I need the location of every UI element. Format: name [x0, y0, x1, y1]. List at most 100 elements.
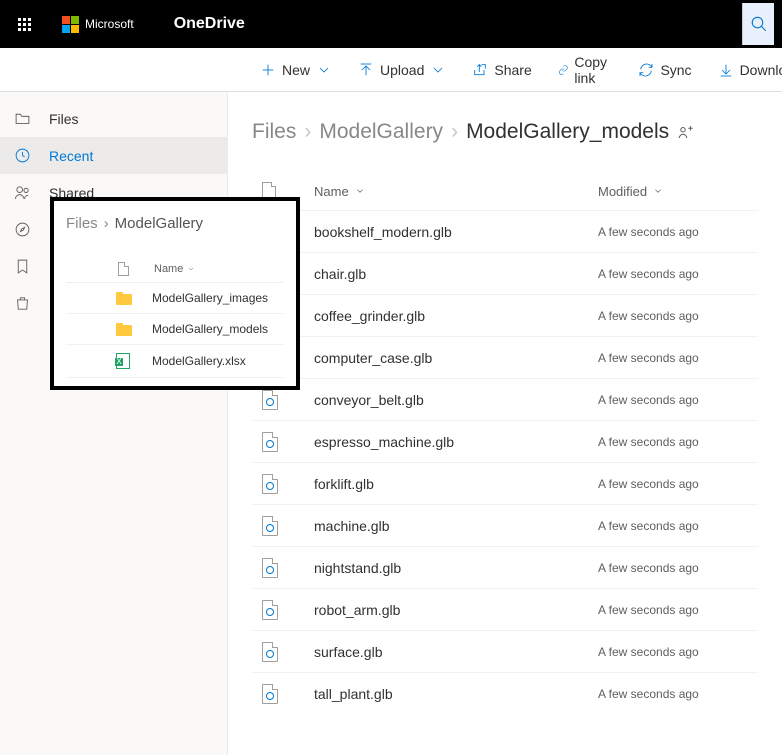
microsoft-logo-icon — [62, 16, 79, 33]
file-modified: A few seconds ago — [598, 309, 758, 323]
table-row[interactable]: tall_plant.glbA few seconds ago — [252, 672, 758, 714]
glb-file-icon — [262, 474, 278, 494]
file-name[interactable]: coffee_grinder.glb — [314, 308, 598, 324]
glb-file-icon — [262, 516, 278, 536]
file-name[interactable]: espresso_machine.glb — [314, 434, 598, 450]
inset-preview-panel: Files › ModelGallery Name ModelGallery_i… — [50, 197, 300, 390]
list-item[interactable]: ModelGallery.xlsx — [66, 345, 284, 378]
new-button[interactable]: New — [250, 54, 342, 86]
file-modified: A few seconds ago — [598, 519, 758, 533]
inset-table-header: Name — [66, 252, 284, 283]
table-row[interactable]: nightstand.glbA few seconds ago — [252, 546, 758, 588]
table-row[interactable]: conveyor_belt.glbA few seconds ago — [252, 378, 758, 420]
company-name: Microsoft — [85, 17, 134, 31]
file-modified: A few seconds ago — [598, 435, 758, 449]
download-label: Download — [740, 62, 782, 78]
chevron-right-icon: › — [304, 120, 311, 144]
glb-file-icon — [262, 600, 278, 620]
file-modified: A few seconds ago — [598, 393, 758, 407]
file-name[interactable]: chair.glb — [314, 266, 598, 282]
share-icon — [472, 62, 488, 78]
download-icon — [718, 62, 734, 78]
list-item[interactable]: ModelGallery_images — [66, 283, 284, 314]
copy-link-button[interactable]: Copy link — [548, 54, 623, 86]
file-modified: A few seconds ago — [598, 267, 758, 281]
sidebar-item-recent[interactable]: Recent — [0, 137, 227, 174]
inset-col-name[interactable]: Name — [154, 263, 195, 275]
table-header: Name Modified — [252, 172, 758, 210]
file-modified: A few seconds ago — [598, 225, 758, 239]
table-row[interactable]: chair.glbA few seconds ago — [252, 252, 758, 294]
file-name[interactable]: forklift.glb — [314, 476, 598, 492]
table-row[interactable]: surface.glbA few seconds ago — [252, 630, 758, 672]
people-icon — [14, 184, 31, 201]
chevron-down-icon — [187, 265, 195, 273]
folder-icon — [14, 110, 31, 127]
bookmark-icon — [14, 258, 31, 275]
clock-icon — [14, 147, 31, 164]
table-row[interactable]: computer_case.glbA few seconds ago — [252, 336, 758, 378]
plus-icon — [260, 62, 276, 78]
file-name[interactable]: nightstand.glb — [314, 560, 598, 576]
table-row[interactable]: robot_arm.glbA few seconds ago — [252, 588, 758, 630]
inset-crumb-root[interactable]: Files — [66, 215, 98, 232]
compass-icon — [14, 221, 31, 238]
upload-button[interactable]: Upload — [348, 54, 456, 86]
share-button[interactable]: Share — [462, 54, 541, 86]
share-folder-icon[interactable] — [677, 123, 695, 141]
folder-icon — [116, 323, 130, 336]
share-label: Share — [494, 62, 531, 78]
table-row[interactable]: forklift.glbA few seconds ago — [252, 462, 758, 504]
file-name[interactable]: tall_plant.glb — [314, 686, 598, 702]
table-row[interactable]: machine.glbA few seconds ago — [252, 504, 758, 546]
download-button[interactable]: Download — [708, 54, 782, 86]
new-label: New — [282, 62, 310, 78]
column-header-modified[interactable]: Modified — [598, 184, 758, 199]
file-modified: A few seconds ago — [598, 477, 758, 491]
main-content: Files › ModelGallery › ModelGallery_mode… — [228, 92, 782, 755]
table-row[interactable]: espresso_machine.glbA few seconds ago — [252, 420, 758, 462]
chevron-right-icon: › — [451, 120, 458, 144]
search-icon — [750, 15, 768, 33]
inset-crumb-current: ModelGallery — [115, 215, 203, 232]
item-name: ModelGallery_models — [152, 322, 268, 336]
breadcrumb-current: ModelGallery_models — [466, 120, 669, 144]
chevron-down-icon — [430, 62, 446, 78]
copy-link-label: Copy link — [574, 54, 612, 86]
app-launcher-button[interactable] — [8, 8, 40, 40]
file-name[interactable]: bookshelf_modern.glb — [314, 224, 598, 240]
chevron-right-icon: › — [104, 215, 109, 232]
app-name: OneDrive — [174, 15, 245, 33]
link-icon — [558, 62, 569, 78]
file-name[interactable]: robot_arm.glb — [314, 602, 598, 618]
list-item[interactable]: ModelGallery_models — [66, 314, 284, 345]
table-row[interactable]: coffee_grinder.glbA few seconds ago — [252, 294, 758, 336]
breadcrumb-root[interactable]: Files — [252, 120, 296, 144]
excel-file-icon — [116, 353, 130, 369]
file-name[interactable]: surface.glb — [314, 644, 598, 660]
glb-file-icon — [262, 432, 278, 452]
item-name: ModelGallery_images — [152, 291, 268, 305]
search-button[interactable] — [742, 3, 774, 45]
breadcrumb-mid[interactable]: ModelGallery — [319, 120, 443, 144]
breadcrumb: Files › ModelGallery › ModelGallery_mode… — [252, 120, 758, 144]
sidebar: Files Recent Shared — [0, 92, 228, 755]
column-header-name[interactable]: Name — [314, 184, 598, 199]
file-name[interactable]: machine.glb — [314, 518, 598, 534]
upload-icon — [358, 62, 374, 78]
sync-label: Sync — [660, 62, 691, 78]
file-type-icon — [118, 262, 129, 276]
upload-label: Upload — [380, 62, 424, 78]
file-name[interactable]: computer_case.glb — [314, 350, 598, 366]
table-row[interactable]: bookshelf_modern.glbA few seconds ago — [252, 210, 758, 252]
glb-file-icon — [262, 558, 278, 578]
file-modified: A few seconds ago — [598, 603, 758, 617]
command-bar: New Upload Share Copy link Sync Download — [0, 48, 782, 92]
trash-icon — [14, 295, 31, 312]
file-modified: A few seconds ago — [598, 561, 758, 575]
sidebar-item-files[interactable]: Files — [0, 100, 227, 137]
file-name[interactable]: conveyor_belt.glb — [314, 392, 598, 408]
file-modified: A few seconds ago — [598, 351, 758, 365]
sync-button[interactable]: Sync — [628, 54, 701, 86]
glb-file-icon — [262, 642, 278, 662]
